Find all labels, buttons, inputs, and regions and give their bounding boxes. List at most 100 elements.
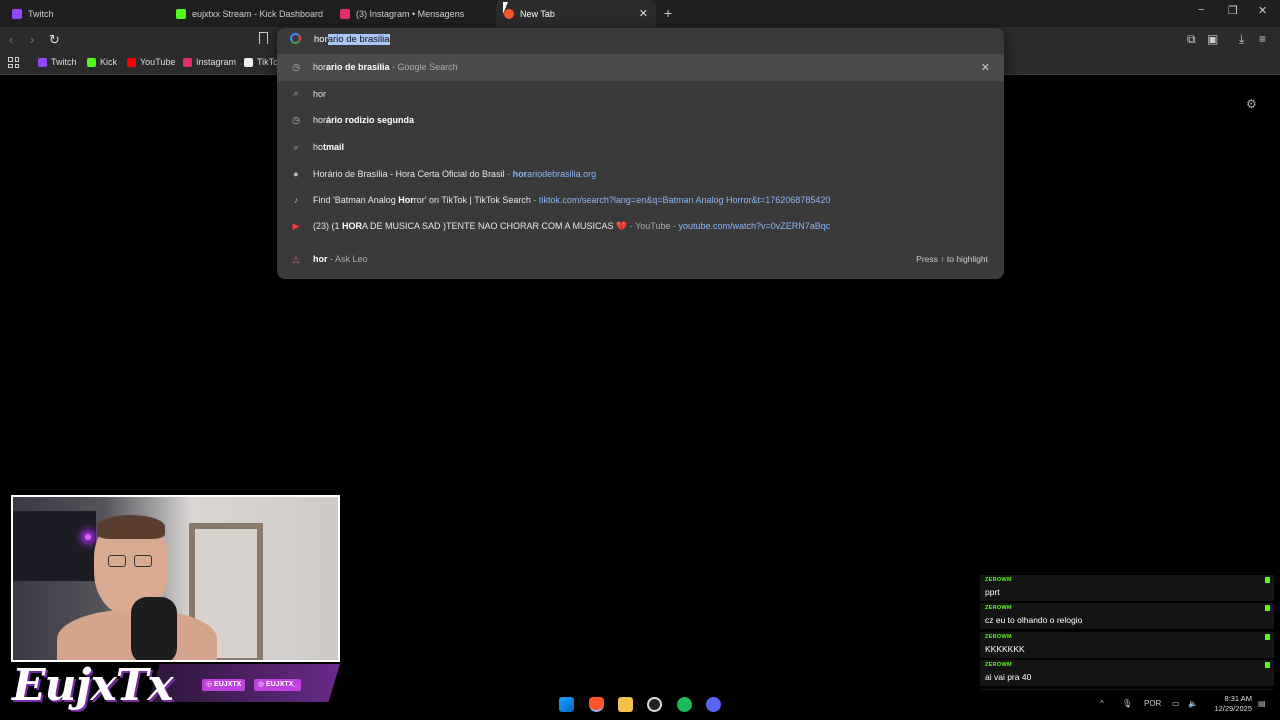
clock-date: 12/29/2025 bbox=[1214, 704, 1252, 713]
bookmark-twitch[interactable]: Twitch bbox=[38, 57, 77, 67]
obs-icon[interactable] bbox=[647, 697, 662, 712]
chat-username: ZEROWM bbox=[985, 634, 1012, 640]
mouse-cursor-icon bbox=[503, 2, 512, 14]
suggestion-row[interactable]: ▶ (23) (1 HORA DE MUSICA SAD )TENTE NAO C… bbox=[277, 214, 1004, 241]
suggestion-url: youtube.com/watch?v=0vZERN7aBqc bbox=[678, 221, 831, 232]
extensions-icon[interactable]: ⧉ bbox=[1187, 32, 1196, 47]
address-bar[interactable]: horario de brasilia bbox=[277, 28, 1004, 52]
youtube-icon bbox=[127, 57, 136, 67]
maximize-button[interactable]: ❐ bbox=[1228, 4, 1238, 17]
network-icon[interactable]: ▭ bbox=[1172, 699, 1180, 708]
webcam-glasses-left bbox=[108, 555, 126, 567]
suggestion-row[interactable]: ♪ Find 'Batman Analog Horror' on TikTok |… bbox=[277, 187, 1004, 214]
chat-message: ZEROWM cz eu to olhando o relogio bbox=[980, 603, 1274, 629]
gear-icon[interactable]: ⚙ bbox=[1246, 97, 1257, 111]
twitch-icon bbox=[38, 57, 47, 67]
suggestion-row[interactable]: △ hor - Ask Leo Press ↑ to highlight bbox=[277, 246, 1004, 273]
google-icon bbox=[290, 33, 301, 44]
notification-icon[interactable]: ▤ bbox=[1258, 699, 1266, 708]
kick-badge-icon bbox=[1265, 662, 1270, 668]
tab-title: Twitch bbox=[28, 8, 54, 19]
tab-instagram[interactable]: (3) Instagram • Mensagens bbox=[332, 0, 496, 27]
webcam-person-hair bbox=[97, 515, 165, 539]
twitch-handle-badge: ◎ EUJXTX_ bbox=[254, 679, 302, 691]
search-icon: ⌕ bbox=[293, 141, 299, 152]
bookmark-label: TikTo bbox=[257, 57, 279, 67]
webcam-glasses-right bbox=[134, 555, 152, 567]
chat-username: ZEROWM bbox=[985, 605, 1012, 611]
address-input[interactable]: horario de brasilia bbox=[314, 34, 390, 45]
bookmark-youtube[interactable]: YouTube bbox=[127, 57, 175, 67]
kick-badge-icon bbox=[1265, 577, 1270, 583]
windows-start-icon[interactable] bbox=[559, 697, 574, 712]
system-clock[interactable]: 8:31 AM 12/29/2025 bbox=[1206, 694, 1252, 714]
spotify-icon[interactable] bbox=[677, 697, 692, 712]
chat-message: ZEROWM pprt bbox=[980, 575, 1274, 601]
apps-grid-icon[interactable] bbox=[8, 57, 19, 68]
bookmark-label: Kick bbox=[100, 57, 118, 67]
close-window-button[interactable]: ✕ bbox=[1258, 4, 1267, 17]
webcam-purple-light bbox=[85, 534, 91, 540]
highlight-hint: Press ↑ to highlight bbox=[916, 254, 988, 265]
bookmark-tiktok[interactable]: TikTo bbox=[244, 57, 278, 67]
suggestion-text: Horário de Brasília - Hora Certa Oficial… bbox=[313, 168, 597, 179]
bookmark-label: Instagram bbox=[196, 57, 237, 67]
youtube-favicon-icon: ▶ bbox=[292, 221, 300, 232]
kick-icon bbox=[87, 57, 96, 67]
wallet-icon[interactable]: ▣ bbox=[1207, 32, 1218, 46]
suggestion-row[interactable]: ◷ horario de brasilia - Google Search ✕ bbox=[277, 54, 1004, 81]
autocomplete-selection: ario de brasilia bbox=[327, 34, 390, 45]
menu-icon[interactable]: ≡ bbox=[1259, 32, 1266, 46]
omnibox-dropdown: horario de brasilia ◷ horario de brasilia… bbox=[277, 28, 1004, 279]
suggestion-text: horário rodizio segunda bbox=[313, 115, 415, 126]
bookmark-label: Twitch bbox=[51, 57, 77, 67]
tiktok-icon bbox=[244, 57, 253, 67]
file-explorer-icon[interactable] bbox=[618, 697, 633, 712]
download-icon[interactable]: ⤓ bbox=[1239, 32, 1244, 47]
kick-favicon-icon bbox=[176, 8, 186, 19]
tray-chevron-icon[interactable]: ^ bbox=[1100, 699, 1104, 708]
instagram-icon bbox=[183, 57, 192, 67]
suggestion-url: horariodebrasilia.org bbox=[512, 168, 597, 179]
tab-kick-dashboard[interactable]: eujxtxx Stream - Kick Dashboard bbox=[168, 0, 332, 27]
language-indicator[interactable]: POR bbox=[1144, 699, 1161, 708]
chat-text: cz eu to olhando o relogio bbox=[985, 615, 1083, 625]
discord-icon[interactable] bbox=[706, 697, 721, 712]
webcam-monitor bbox=[13, 511, 96, 581]
chat-message: ZEROWM KKKKKKK bbox=[980, 632, 1274, 658]
brave-taskbar-icon[interactable] bbox=[589, 697, 604, 712]
suggestion-text: hotmail bbox=[313, 142, 345, 153]
back-icon[interactable]: ‹ bbox=[9, 32, 13, 47]
microphone-icon[interactable]: 🎙 bbox=[1122, 699, 1132, 708]
bookmark-icon[interactable] bbox=[259, 32, 268, 44]
chat-text: pprt bbox=[985, 587, 1000, 597]
minimize-button[interactable]: − bbox=[1198, 4, 1204, 16]
tab-new-tab[interactable]: New Tab ✕ bbox=[496, 0, 656, 27]
chat-message: ZEROWM ai vai pra 40 bbox=[980, 660, 1274, 686]
bookmark-kick[interactable]: Kick bbox=[87, 57, 117, 67]
clock-time: 8:31 AM bbox=[1224, 694, 1252, 703]
instagram-handle-badge: ◎ EUJXTX bbox=[202, 679, 246, 691]
remove-suggestion-icon[interactable]: ✕ bbox=[981, 61, 990, 74]
suggestion-row[interactable]: ⌕ hotmail bbox=[277, 134, 1004, 161]
search-icon: ⌕ bbox=[293, 88, 299, 99]
suggestion-row[interactable]: ◷ horário rodizio segunda bbox=[277, 107, 1004, 134]
forward-icon[interactable]: › bbox=[30, 32, 34, 47]
suggestion-row[interactable]: ⌕ hor bbox=[277, 81, 1004, 108]
history-icon: ◷ bbox=[292, 114, 300, 125]
close-tab-icon[interactable]: ✕ bbox=[639, 7, 648, 20]
suggestion-list: ◷ horario de brasilia - Google Search ✕ ⌕ ho… bbox=[277, 54, 1004, 273]
suggestion-row[interactable]: ● Horário de Brasília - Hora Certa Oficia… bbox=[277, 160, 1004, 187]
clock-favicon-icon: ● bbox=[293, 168, 299, 179]
suggestion-text: hor bbox=[313, 88, 327, 99]
chat-text: ai vai pra 40 bbox=[985, 672, 1032, 682]
leo-icon: △ bbox=[292, 253, 300, 264]
twitch-favicon-icon bbox=[12, 8, 22, 19]
bookmark-instagram[interactable]: Instagram bbox=[183, 57, 236, 67]
tab-twitch[interactable]: Twitch bbox=[4, 0, 164, 27]
kick-badge-icon bbox=[1265, 634, 1270, 640]
volume-icon[interactable]: 🔈 bbox=[1188, 699, 1198, 708]
reload-icon[interactable]: ↻ bbox=[49, 32, 60, 48]
suggestion-text: horario de brasilia - Google Search bbox=[313, 62, 458, 73]
new-tab-plus-icon[interactable]: + bbox=[664, 5, 672, 21]
